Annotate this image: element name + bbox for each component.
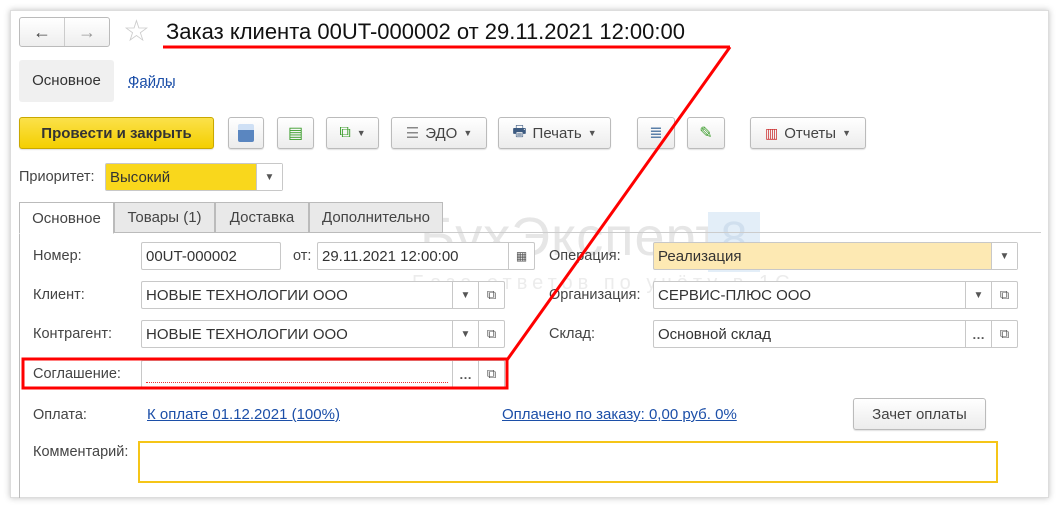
annotation-overlay (21, 45, 732, 390)
annotation-pointer-line (505, 46, 732, 361)
agreement-highlight-box (21, 357, 509, 390)
